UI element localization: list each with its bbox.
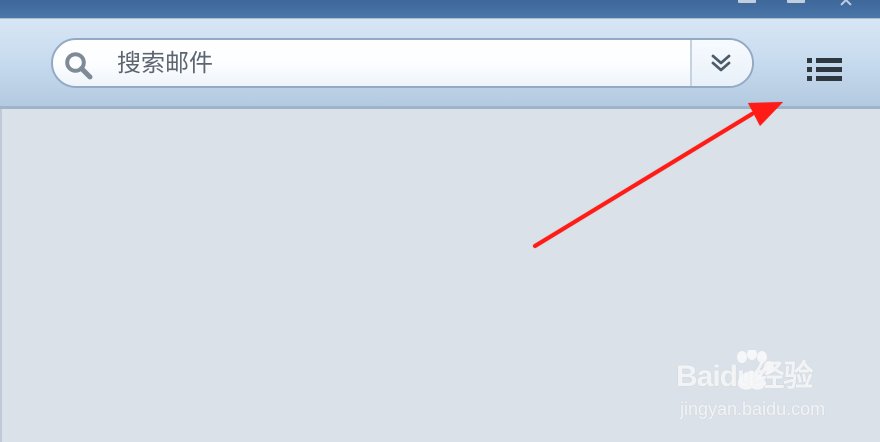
maximize-icon[interactable] (787, 0, 805, 3)
mail-search-box (51, 38, 754, 88)
window-controls (730, 0, 870, 7)
search-input[interactable] (117, 40, 677, 86)
title-bar (0, 0, 880, 18)
mail-client-screen: Baidu经验 jingyan.baidu.com (0, 0, 880, 442)
minimize-icon[interactable] (738, 0, 756, 3)
mail-list-menu-button[interactable] (801, 50, 851, 90)
mail-toolbar (0, 18, 880, 109)
search-icon[interactable] (63, 50, 94, 81)
chevron-down-icon (710, 52, 732, 74)
mail-list-area (0, 109, 880, 442)
search-options-button[interactable] (692, 40, 752, 86)
list-icon (806, 55, 844, 85)
close-icon[interactable] (838, 0, 854, 3)
